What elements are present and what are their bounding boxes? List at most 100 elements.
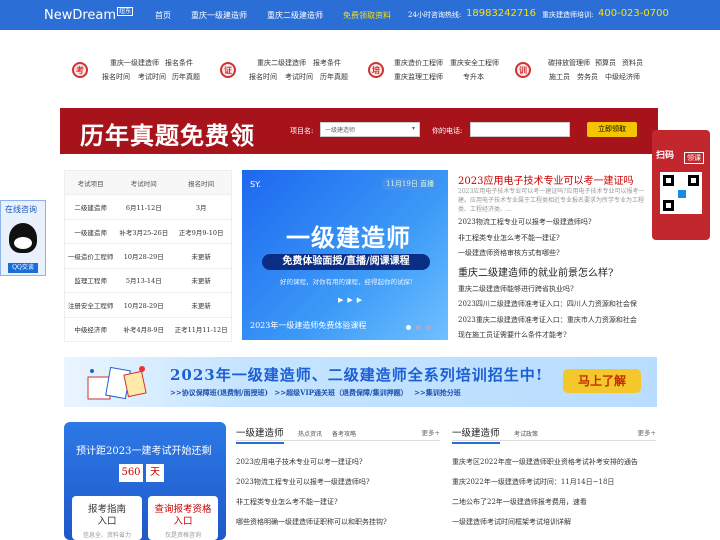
col1-header: 一级建造师 热点资讯 备考攻略 更多+ bbox=[236, 423, 440, 444]
cat-link[interactable]: 报名条件 bbox=[165, 58, 193, 68]
cat-link[interactable]: 报名时间 bbox=[102, 72, 130, 82]
guide-entry-button[interactable]: 报考指南 入口 信息全、资料省力 bbox=[72, 496, 142, 540]
list-item[interactable]: 重庆考区2022年度一级建造师职业资格考试补考安排的通告 bbox=[452, 452, 638, 472]
table-header-row: 考试项目 考试时间 报名时间 bbox=[64, 170, 232, 196]
promo-footer: 2023年一级建造师免费体验课程 bbox=[250, 321, 367, 330]
training-links: >>协议保障班(退费制/面授班) >>超级VIP通关班（退费保障/集训押题） >… bbox=[170, 388, 461, 398]
training-link[interactable]: >>协议保障班(退费制/面授班) bbox=[170, 388, 268, 397]
cat-link[interactable]: 碳排放管理师 bbox=[548, 58, 590, 68]
table-row[interactable]: 一级造价工程师 10月28-29日 未更新 bbox=[64, 243, 232, 269]
col1-more-link[interactable]: 更多+ bbox=[422, 427, 440, 437]
promo-title: 一级建造师 bbox=[286, 223, 411, 252]
qualification-entry-button[interactable]: 查询报考资格 入口 仅是资格咨询 bbox=[148, 496, 218, 540]
project-label: 项目名: bbox=[290, 127, 314, 135]
cat-link[interactable]: 考试时间 bbox=[285, 72, 313, 82]
cat-link[interactable]: 重庆二级建造师 bbox=[257, 58, 306, 68]
list-item[interactable]: 二地公布了22年一级建造师报考费用，速看 bbox=[452, 492, 587, 512]
qr-code-icon bbox=[660, 172, 702, 214]
qr-code-panel[interactable]: 扫码 领课 bbox=[652, 130, 710, 240]
cat-link[interactable]: 历年真题 bbox=[172, 72, 200, 82]
cat-link[interactable]: 报名时间 bbox=[249, 72, 277, 82]
table-row[interactable]: 监理工程师 5月13-14日 未更新 bbox=[64, 268, 232, 294]
list-item[interactable]: 2023物流工程专业可以报考一级建造师吗? bbox=[236, 472, 370, 492]
training-title: 2023年一级建造师、二级建造师全系列培训招生中! bbox=[170, 366, 544, 384]
news-item[interactable]: 2023物流工程专业可以报考一级建造师吗? bbox=[458, 215, 650, 231]
cat-link[interactable]: 重庆一级建造师 bbox=[110, 58, 159, 68]
col1-tab[interactable]: 备考攻略 bbox=[332, 429, 356, 438]
cat-link[interactable]: 施工员 bbox=[549, 72, 570, 82]
carousel-dot[interactable] bbox=[426, 325, 431, 330]
news-panel: 2023应用电子技术专业可以考一建证吗 2023应用电子技术专业可以考一建证吗?… bbox=[458, 172, 650, 344]
cat-link[interactable]: 报考条件 bbox=[313, 58, 341, 68]
exam-schedule-table: 考试项目 考试时间 报名时间 二级建造师 6月11-12日 3月 一级建造师 补考3月… bbox=[64, 170, 232, 343]
table-row[interactable]: 注册安全工程师 10月28-29日 未更新 bbox=[64, 292, 232, 318]
list-item[interactable]: 非工程类专业怎么考不能一建证? bbox=[236, 492, 338, 512]
signup-title: 历年真题免费领 bbox=[80, 121, 255, 150]
qq-chat-button[interactable]: QQ交谈 bbox=[8, 263, 38, 273]
table-header: 考试时间 bbox=[116, 170, 172, 196]
cat-link[interactable]: 考试时间 bbox=[138, 72, 166, 82]
training-banner[interactable]: 2023年一级建造师、二级建造师全系列培训招生中! >>协议保障班(退费制/面授… bbox=[64, 357, 657, 407]
table-row[interactable]: 一级建造师 补考3月25-26日 正考9月9-10日 bbox=[64, 219, 232, 245]
qr-title: 扫码 bbox=[656, 151, 675, 161]
news-headline[interactable]: 2023应用电子技术专业可以考一建证吗 bbox=[458, 172, 650, 187]
cat-link[interactable]: 预算员 bbox=[595, 58, 616, 68]
news-summary: 2023应用电子技术专业可以考一建证吗?应用电子技术专业可以报考一建。应用电子技… bbox=[458, 188, 645, 213]
table-header: 考试项目 bbox=[64, 170, 117, 196]
project-select[interactable]: 一级建造师 ▾ bbox=[320, 122, 420, 137]
carousel-dots[interactable] bbox=[406, 323, 436, 332]
claim-button[interactable]: 立即领取 bbox=[587, 122, 637, 137]
exam-icon: 考 bbox=[72, 62, 88, 78]
cat-link[interactable]: 重庆安全工程师 bbox=[450, 58, 499, 68]
nav-home[interactable]: 首页 bbox=[155, 10, 171, 21]
col2-tab[interactable]: 考试政策 bbox=[514, 429, 538, 438]
news-headline[interactable]: 重庆二级建造师的就业前景怎么样? bbox=[458, 264, 650, 279]
list-item[interactable]: 哪些资格明确一级建造师证职称可以和职务挂钩? bbox=[236, 512, 387, 532]
training-link[interactable]: >>集训抢分班 bbox=[414, 388, 461, 397]
qr-tag: 领课 bbox=[684, 152, 704, 164]
cat-link[interactable]: 劳务员 bbox=[577, 72, 598, 82]
col1-tab[interactable]: 热点资讯 bbox=[298, 429, 322, 438]
phone-input[interactable] bbox=[470, 122, 570, 137]
promo-date: 11月19日 直播 bbox=[382, 178, 439, 190]
training-link[interactable]: >>超级VIP通关班（退费保障/集训押题） bbox=[274, 388, 407, 397]
carousel-dot[interactable] bbox=[406, 325, 411, 330]
list-item[interactable]: 一级建造师考试时间框架考试培训详解 bbox=[452, 512, 571, 532]
countdown-unit: 天 bbox=[146, 464, 164, 482]
news-item[interactable]: 重庆二级建造师能够进行跨省执业吗? bbox=[458, 282, 650, 298]
cat-link[interactable]: 重庆造价工程师 bbox=[394, 58, 443, 68]
nav-second-class[interactable]: 重庆二级建造师 bbox=[267, 10, 323, 21]
table-row[interactable]: 中级经济师 补考4月8-9日 正考11月11-12日 bbox=[64, 317, 232, 343]
news-item[interactable]: 一级建造师资格审核方式有哪些? bbox=[458, 246, 650, 262]
cat-link[interactable]: 专升本 bbox=[463, 72, 484, 82]
carousel-dot[interactable] bbox=[416, 325, 421, 330]
site-logo[interactable]: NewDream 纽东 bbox=[44, 7, 134, 23]
learn-more-button[interactable]: 马上了解 bbox=[563, 369, 641, 393]
cat-link[interactable]: 中级经济师 bbox=[605, 72, 640, 82]
list-item[interactable]: 2023应用电子技术专业可以考一建证吗? bbox=[236, 452, 363, 472]
news-item[interactable]: 2023重庆二级建造师准考证入口：重庆市人力资源和社会 bbox=[458, 313, 650, 329]
phone-label: 你的电话: bbox=[432, 127, 463, 135]
countdown-title: 预计距2023一建考试开始还剩 bbox=[76, 446, 212, 457]
hotline-number[interactable]: 18983242716 bbox=[466, 8, 536, 19]
exam-countdown: 预计距2023一建考试开始还剩 560 天 报考指南 入口 信息全、资料省力 查… bbox=[64, 422, 226, 540]
col2-title[interactable]: 一级建造师 bbox=[452, 425, 500, 444]
countdown-days: 560 bbox=[119, 464, 143, 482]
news-item[interactable]: 现在施工员证需要什么条件才能考? bbox=[458, 328, 650, 344]
cat-link[interactable]: 重庆监理工程师 bbox=[394, 72, 443, 82]
online-consult-widget[interactable]: 在线咨询 QQ交谈 bbox=[0, 200, 46, 276]
nav-free-materials[interactable]: 免费领取资料 bbox=[343, 10, 391, 21]
news-item[interactable]: 非工程类专业怎么考不能一建证? bbox=[458, 231, 650, 247]
promo-carousel[interactable]: SY. 11月19日 直播 一级建造师 免费体验面授/直播/阅课课程 好的课程，… bbox=[242, 170, 448, 340]
list-item[interactable]: 重庆2022年一级建造师考试时间：11月14日~18日 bbox=[452, 472, 614, 492]
nav-first-class[interactable]: 重庆一级建造师 bbox=[191, 10, 247, 21]
promo-subtitle: 好的课程，对你有用的课程，经得起你的试探! bbox=[280, 278, 413, 286]
col2-more-link[interactable]: 更多+ bbox=[638, 427, 656, 437]
cat-link[interactable]: 历年真题 bbox=[320, 72, 348, 82]
table-row[interactable]: 二级建造师 6月11-12日 3月 bbox=[64, 194, 232, 220]
cat-link[interactable]: 资料员 bbox=[622, 58, 643, 68]
certificate-icon: 证 bbox=[220, 62, 236, 78]
training-number[interactable]: 400-023-0700 bbox=[598, 8, 669, 19]
news-item[interactable]: 2023四川二级建造师准考证入口：四川人力资源和社会保 bbox=[458, 297, 650, 313]
col1-title[interactable]: 一级建造师 bbox=[236, 425, 284, 444]
